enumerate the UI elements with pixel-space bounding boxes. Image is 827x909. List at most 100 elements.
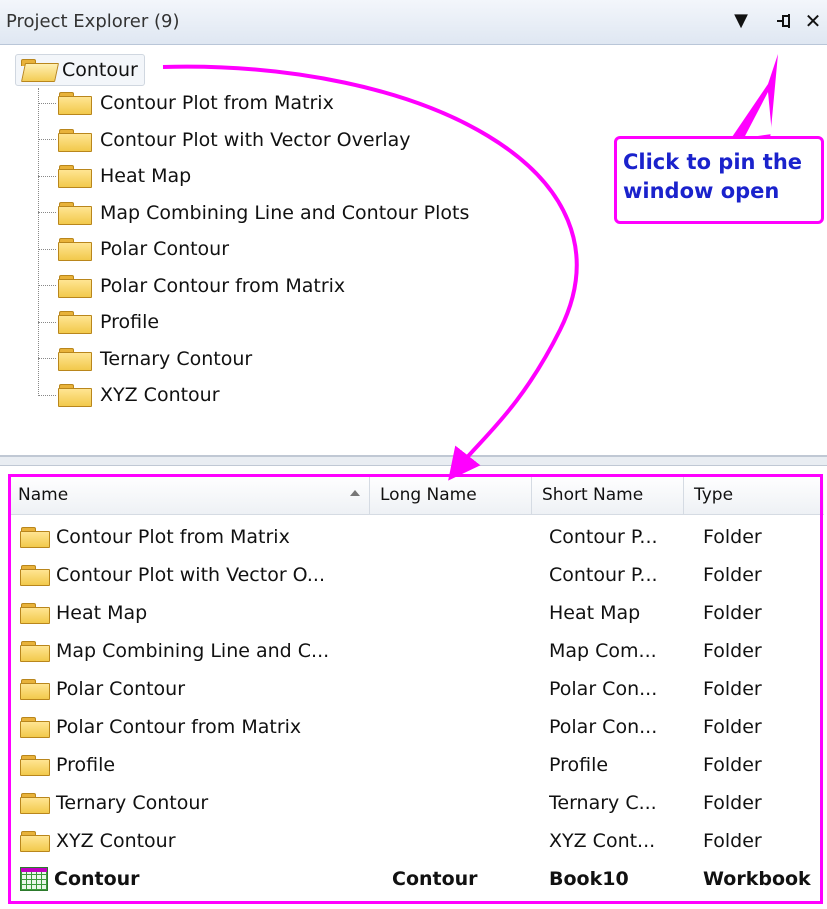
table-row[interactable]: Profile Profile Folder: [20, 746, 820, 784]
row-name-label: Polar Contour: [56, 678, 186, 700]
cell-type: Folder: [703, 640, 762, 662]
column-header-type[interactable]: Type: [684, 476, 824, 514]
tree-item-label: Contour Plot from Matrix: [100, 92, 334, 114]
table-row[interactable]: Heat Map Heat Map Folder: [20, 594, 820, 632]
tree-connector: [38, 394, 56, 396]
column-header-name[interactable]: Name: [8, 476, 370, 514]
tree-connector: [38, 358, 56, 359]
table-row[interactable]: Ternary Contour Ternary C... Folder: [20, 784, 820, 822]
cell-name: Contour Plot with Vector O...: [20, 556, 370, 594]
table-row[interactable]: Contour Plot with Vector O... Contour P..…: [20, 556, 820, 594]
tree-item-label: Polar Contour from Matrix: [100, 274, 346, 297]
workbook-icon: [20, 867, 48, 891]
tree-item[interactable]: Map Combining Line and Contour Plots: [38, 198, 469, 228]
row-name-label: Contour Plot with Vector O...: [56, 564, 325, 586]
dropdown-icon[interactable]: ▼: [728, 8, 754, 34]
folder-icon: [58, 347, 92, 371]
row-name-label: Profile: [56, 754, 116, 776]
folder-icon: [20, 831, 50, 852]
panel-titlebar: Project Explorer (9) ▼ ✕: [0, 0, 827, 45]
cell-long-name: Contour: [392, 868, 478, 890]
tree-item-label: Map Combining Line and Contour Plots: [100, 201, 470, 224]
cell-type: Folder: [703, 716, 762, 738]
tree-item[interactable]: Heat Map: [38, 161, 191, 191]
table-row[interactable]: XYZ Contour XYZ Cont... Folder: [20, 822, 820, 860]
cell-short-name: Heat Map: [549, 602, 641, 624]
open-folder-icon: [20, 59, 60, 82]
cell-name: Ternary Contour: [20, 784, 370, 822]
cell-long-name: [392, 670, 542, 708]
folder-icon: [58, 238, 92, 261]
row-name-label: Contour Plot from Matrix: [56, 526, 290, 548]
cell-name: Profile: [20, 746, 370, 784]
cell-name: Polar Contour from Matrix: [20, 708, 370, 746]
row-name-label: Contour: [54, 868, 140, 890]
cell-type: Folder: [703, 602, 762, 624]
folder-icon: [20, 793, 50, 814]
tree-connector: [38, 102, 56, 104]
folder-icon: [20, 603, 50, 624]
cell-type: Folder: [703, 754, 762, 776]
cell-name: Contour Plot from Matrix: [20, 518, 370, 556]
cell-long-name: [392, 746, 542, 784]
tree-root-contour[interactable]: Contour: [15, 54, 145, 86]
tree-item[interactable]: Contour Plot from Matrix: [38, 88, 334, 118]
tree-connector: [38, 175, 56, 177]
tree-item[interactable]: Contour Plot with Vector Overlay: [38, 125, 411, 155]
folder-icon: [58, 165, 92, 188]
cell-long-name: [392, 556, 542, 594]
cell-short-name: Polar Con...: [549, 678, 658, 700]
table-row[interactable]: Contour Contour Book10 Workbook: [20, 860, 820, 898]
cell-name: Contour: [20, 860, 370, 898]
tree-root-label: Contour: [62, 59, 138, 81]
pin-icon[interactable]: [771, 8, 797, 34]
pane-splitter[interactable]: [0, 456, 827, 466]
tree-item[interactable]: Polar Contour from Matrix: [38, 271, 345, 301]
table-row[interactable]: Polar Contour from Matrix Polar Con... Fol…: [20, 708, 820, 746]
tree-item-label: Contour Plot with Vector Overlay: [100, 128, 411, 151]
cell-name: Polar Contour: [20, 670, 370, 708]
close-icon[interactable]: ✕: [801, 8, 825, 34]
cell-long-name: [392, 784, 542, 822]
tree-item[interactable]: Polar Contour: [38, 234, 229, 264]
tree-item-label: Heat Map: [100, 165, 192, 187]
cell-type: Workbook: [703, 868, 811, 890]
cell-type: Folder: [703, 830, 762, 852]
tree-connector: [38, 212, 56, 213]
folder-icon: [58, 384, 92, 407]
cell-long-name: [392, 594, 542, 632]
table-row[interactable]: Map Combining Line and C... Map Com... Fol…: [20, 632, 820, 670]
folder-icon: [20, 565, 50, 586]
cell-short-name: XYZ Cont...: [549, 830, 656, 852]
row-name-label: XYZ Contour: [56, 830, 176, 852]
table-row[interactable]: Polar Contour Polar Con... Folder: [20, 670, 820, 708]
row-name-label: Map Combining Line and C...: [56, 640, 330, 662]
tree-item-label: Ternary Contour: [100, 347, 253, 370]
folder-icon: [58, 311, 92, 334]
folder-icon: [58, 92, 92, 115]
cell-long-name: [392, 518, 542, 556]
cell-type: Folder: [703, 526, 762, 548]
cell-short-name: Polar Con...: [549, 716, 658, 738]
cell-name: Heat Map: [20, 594, 370, 632]
cell-short-name: Profile: [549, 754, 609, 776]
row-name-label: Polar Contour from Matrix: [56, 716, 302, 738]
table-row[interactable]: Contour Plot from Matrix Contour P... Fold…: [20, 518, 820, 556]
cell-short-name: Ternary C...: [549, 792, 657, 814]
tree-item[interactable]: XYZ Contour: [38, 380, 220, 410]
folder-icon: [20, 717, 50, 738]
tree-connector: [38, 139, 56, 140]
list-header: Name Long Name Short Name Type: [8, 476, 824, 515]
folder-icon: [20, 641, 50, 662]
cell-long-name: [392, 708, 542, 746]
column-header-short-name[interactable]: Short Name: [532, 476, 684, 514]
cell-short-name: Contour P...: [549, 564, 658, 586]
column-header-long-name[interactable]: Long Name: [370, 476, 532, 514]
cell-name: Map Combining Line and C...: [20, 632, 370, 670]
cell-type: Folder: [703, 792, 762, 814]
tree-item[interactable]: Ternary Contour: [38, 344, 252, 374]
folder-icon: [58, 201, 92, 225]
row-name-label: Heat Map: [56, 602, 148, 624]
cell-name: XYZ Contour: [20, 822, 370, 860]
tree-item[interactable]: Profile: [38, 307, 159, 337]
